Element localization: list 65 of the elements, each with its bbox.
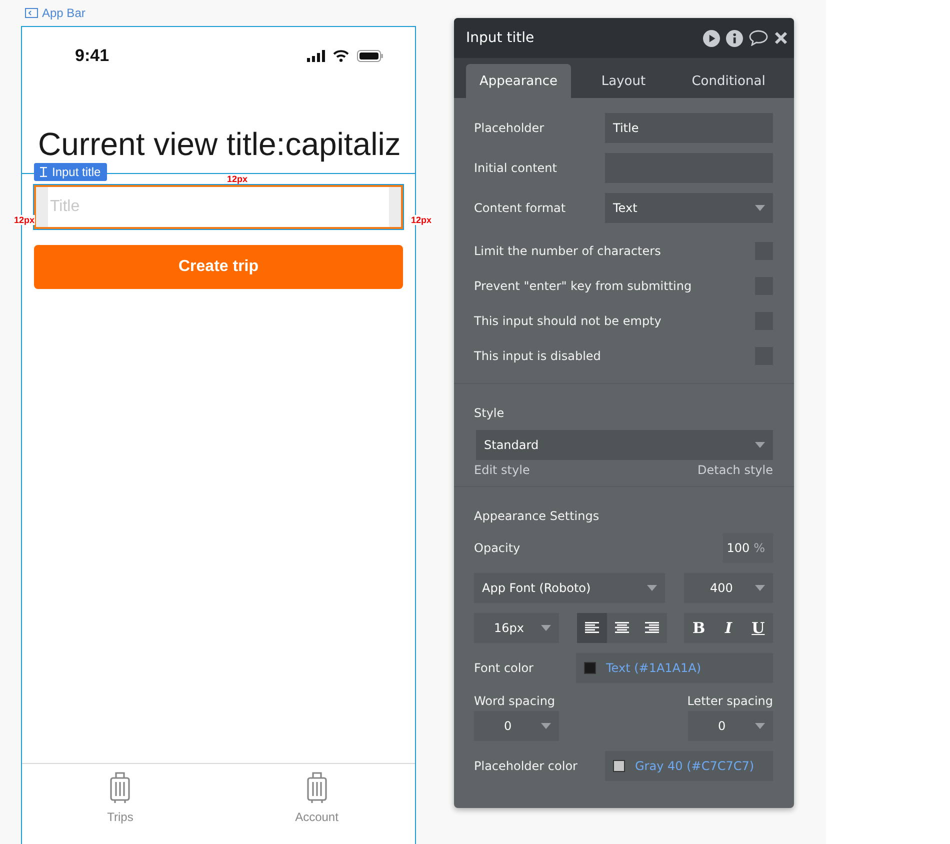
tag-label: Input title	[52, 165, 101, 179]
align-center-icon	[614, 622, 628, 634]
field-label: Word spacing	[474, 694, 556, 708]
entry-field[interactable]: Title	[605, 113, 773, 143]
caret-icon	[647, 585, 657, 591]
spacing-label: 12px	[411, 215, 432, 225]
align-right-icon	[644, 622, 658, 634]
signal-icon	[307, 50, 325, 62]
status-time: 9:41	[75, 46, 110, 66]
section-heading: Appearance Settings	[474, 509, 600, 523]
detach-style-link[interactable]: Detach style	[698, 463, 773, 477]
section-heading: Style	[474, 406, 506, 420]
text-cursor-icon	[40, 167, 47, 177]
checkbox-label: This input is disabled	[474, 348, 601, 362]
tab-bar-item[interactable]: Account	[218, 764, 415, 833]
checkbox-label: Limit the number of characters	[474, 244, 661, 258]
caret-icon	[541, 625, 551, 631]
canvas-label: App Bar	[42, 6, 86, 20]
panel-tab[interactable]: Layout	[571, 64, 676, 98]
field-label: Letter spacing	[687, 694, 773, 708]
field-label: Placeholder color	[474, 759, 578, 773]
field-label: Content format	[474, 201, 566, 215]
luggage-icon	[109, 772, 132, 804]
style-select[interactable]: Standard	[476, 430, 773, 460]
opacity-field[interactable]: 100 %	[723, 533, 773, 563]
word-spacing-select[interactable]: 0	[474, 711, 559, 741]
weight-select[interactable]: 400	[684, 573, 773, 603]
close-icon[interactable]	[774, 31, 788, 45]
bold-button[interactable]: B	[684, 613, 714, 643]
selection-tag[interactable]: Input title	[34, 163, 107, 181]
input-field[interactable]: Title	[34, 185, 403, 229]
luggage-icon	[306, 772, 328, 804]
caret-icon	[755, 585, 765, 591]
panel-tab[interactable]: Conditional	[676, 64, 781, 98]
caret-icon	[755, 442, 765, 448]
battery-icon	[357, 50, 383, 62]
wifi-icon	[333, 50, 349, 62]
italic-button[interactable]: I	[714, 613, 744, 643]
play-icon[interactable]	[703, 30, 720, 46]
view-title: Current view title:capitaliz	[38, 125, 402, 163]
edit-style-link[interactable]: Edit style	[474, 463, 530, 477]
back-icon	[25, 8, 38, 18]
select-field[interactable]: Text	[605, 193, 773, 223]
comment-icon[interactable]	[749, 30, 768, 46]
panel-tab[interactable]: Appearance	[466, 64, 571, 98]
field-label: Placeholder	[474, 121, 544, 135]
checkbox-label: Prevent "enter" key from submitting	[474, 278, 692, 292]
panel-title: Input title	[466, 30, 534, 46]
size-select[interactable]: 16px	[474, 613, 559, 643]
align-button[interactable]	[576, 613, 606, 643]
caret-icon	[755, 723, 765, 729]
info-icon[interactable]	[726, 30, 743, 46]
spacing-label: 12px	[14, 215, 35, 225]
letter-spacing-select[interactable]: 0	[688, 711, 773, 741]
field-label: Opacity	[474, 541, 520, 555]
font-select[interactable]: App Font (Roboto)	[474, 573, 665, 603]
field-label: Initial content	[474, 161, 557, 175]
underline-button[interactable]: U	[743, 613, 774, 643]
tab-bar-item[interactable]: Trips	[22, 764, 218, 833]
caret-icon	[541, 723, 551, 729]
spacing-label: 12px	[227, 174, 248, 184]
caret-icon	[755, 205, 765, 211]
align-left-icon	[584, 622, 598, 634]
field-label: Font color	[474, 661, 534, 675]
checkbox-label: This input should not be empty	[474, 314, 662, 328]
